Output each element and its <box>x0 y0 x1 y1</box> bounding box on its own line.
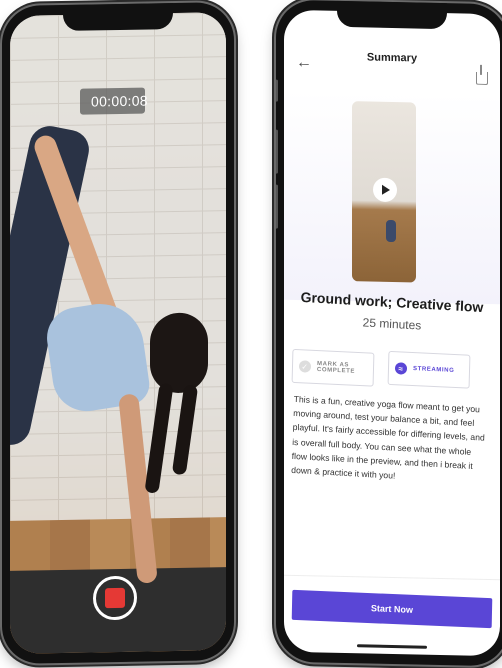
phone-side-button <box>276 79 278 102</box>
phone-side-button <box>276 129 278 174</box>
streaming-button[interactable]: ≈ STREAMING <box>387 350 471 389</box>
device-mockup-stage: 00:00:08 ← Summary Ground work; Creative… <box>0 0 502 668</box>
right-phone: ← Summary Ground work; Creative flow 25 … <box>276 0 502 667</box>
phone-notch <box>337 0 447 30</box>
play-icon[interactable] <box>373 177 397 203</box>
workout-description: This is a fun, creative yoga flow meant … <box>291 393 485 481</box>
recording-timer-text: 00:00:08 <box>91 92 148 110</box>
wifi-icon: ≈ <box>394 362 408 375</box>
divider <box>284 574 500 581</box>
workout-duration: 25 minutes <box>362 315 422 333</box>
mark-complete-button[interactable]: ✓ MARK AS COMPLETE <box>291 348 375 387</box>
thumbnail-person <box>386 219 396 243</box>
summary-header: ← <box>284 40 500 95</box>
summary-screen: ← Summary Ground work; Creative flow 25 … <box>284 9 500 657</box>
share-icon[interactable] <box>476 71 488 86</box>
left-phone: 00:00:08 <box>2 1 234 665</box>
mark-complete-label: MARK AS COMPLETE <box>316 361 356 375</box>
camera-screen: 00:00:08 <box>10 12 226 654</box>
video-thumbnail[interactable] <box>352 101 416 283</box>
streaming-label: STREAMING <box>412 366 455 374</box>
home-indicator <box>357 644 427 649</box>
check-circle-icon: ✓ <box>298 360 312 373</box>
video-preview-area <box>284 89 500 305</box>
start-now-button[interactable]: Start Now <box>291 589 493 629</box>
phone-side-button <box>276 184 278 229</box>
stop-square-icon <box>105 587 125 609</box>
person-head <box>150 312 208 394</box>
phone-notch <box>63 3 173 31</box>
recording-timer: 00:00:08 <box>80 87 148 115</box>
